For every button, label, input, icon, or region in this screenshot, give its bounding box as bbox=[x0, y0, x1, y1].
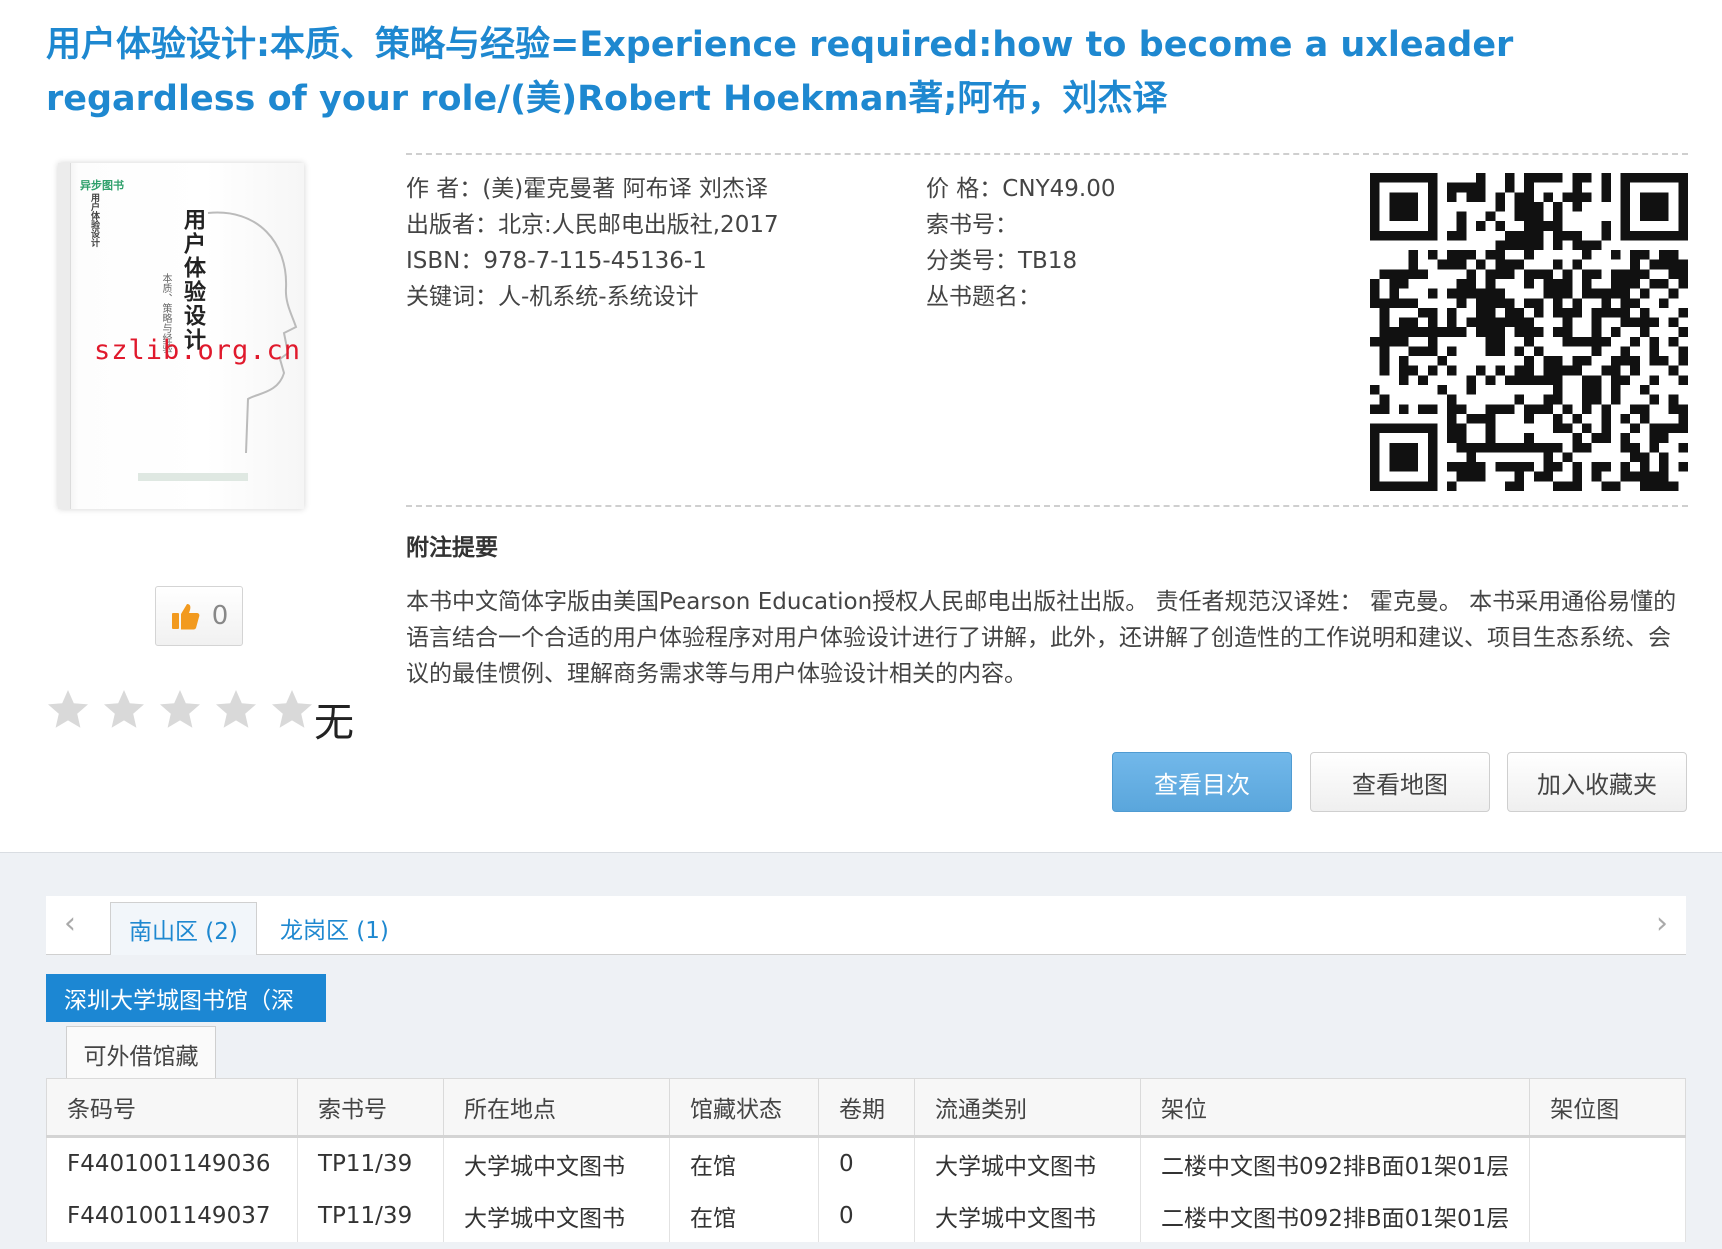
column-header: 索书号 bbox=[297, 1078, 444, 1138]
qr-code-icon bbox=[1370, 173, 1688, 491]
column-header: 所在地点 bbox=[443, 1078, 670, 1138]
cover-publisher-logo bbox=[138, 473, 248, 481]
like-button[interactable]: 0 bbox=[155, 586, 243, 646]
tab-nanshan[interactable]: 南山区 (2) bbox=[110, 902, 257, 955]
column-header: 馆藏状态 bbox=[669, 1078, 819, 1138]
column-header: 架位图 bbox=[1529, 1078, 1686, 1138]
meta-price: 价 格：CNY49.00 bbox=[926, 176, 1116, 202]
view-toc-button[interactable]: 查看目次 bbox=[1112, 752, 1292, 812]
chevron-left-icon[interactable]: ‹ bbox=[64, 906, 76, 941]
shelf-cell: 二楼中文图书092排B面01架01层 bbox=[1139, 1190, 1531, 1242]
library-button[interactable]: 深圳大学城图书馆（深 bbox=[46, 974, 326, 1022]
meta-author: 作 者：(美)霍克曼著 阿布译 刘杰译 bbox=[406, 176, 768, 202]
summary-heading: 附注提要 bbox=[406, 535, 498, 561]
volume-cell: 0 bbox=[818, 1190, 915, 1242]
watermark: szlib.org.cn bbox=[94, 335, 302, 366]
cover-spine-text: 用户体验设计 bbox=[89, 193, 99, 247]
star-icon[interactable] bbox=[156, 686, 204, 734]
cover-logo: 异步图书 bbox=[80, 179, 124, 192]
tab-lendable-holdings[interactable]: 可外借馆藏 bbox=[66, 1026, 216, 1080]
column-header: 流通类别 bbox=[914, 1078, 1141, 1138]
barcode-cell: F4401001149036 bbox=[46, 1136, 298, 1190]
rating-stars[interactable] bbox=[44, 686, 316, 734]
column-header: 架位 bbox=[1139, 1078, 1531, 1138]
shelf-map-cell[interactable] bbox=[1529, 1190, 1686, 1242]
location-cell: 大学城中文图书 bbox=[443, 1136, 670, 1190]
location-cell: 大学城中文图书 bbox=[443, 1190, 670, 1242]
meta-call-number: 索书号： bbox=[926, 212, 1018, 238]
barcode-cell: F4401001149037 bbox=[46, 1190, 298, 1242]
cover-spine bbox=[58, 163, 71, 509]
add-favorite-button[interactable]: 加入收藏夹 bbox=[1507, 752, 1687, 812]
book-title: 用户体验设计:本质、策略与经验=Experience required:how … bbox=[46, 25, 1514, 119]
meta-class-number: 分类号：TB18 bbox=[926, 248, 1078, 274]
meta-isbn: ISBN：978-7-115-45136-1 bbox=[406, 248, 707, 274]
circulation-type-cell: 大学城中文图书 bbox=[914, 1136, 1141, 1190]
shelf-map-cell[interactable] bbox=[1529, 1136, 1686, 1190]
meta-keywords: 关键词：人-机系统-系统设计 bbox=[406, 284, 699, 310]
table-row[interactable]: F4401001149036 TP11/39 大学城中文图书 在馆 0 大学城中… bbox=[46, 1136, 1686, 1190]
volume-cell: 0 bbox=[818, 1136, 915, 1190]
status-cell: 在馆 bbox=[669, 1190, 819, 1242]
star-icon[interactable] bbox=[268, 686, 316, 734]
status-cell: 在馆 bbox=[669, 1136, 819, 1190]
circulation-type-cell: 大学城中文图书 bbox=[914, 1190, 1141, 1242]
meta-publisher: 出版者：北京:人民邮电出版社,2017 bbox=[406, 212, 779, 238]
star-icon[interactable] bbox=[212, 686, 260, 734]
table-header-row: 条码号 索书号 所在地点 馆藏状态 卷期 流通类别 架位 架位图 bbox=[46, 1078, 1686, 1138]
column-header: 卷期 bbox=[818, 1078, 915, 1138]
star-icon[interactable] bbox=[44, 686, 92, 734]
summary-divider bbox=[406, 505, 1688, 507]
summary-text: 本书中文简体字版由美国Pearson Education授权人民邮电出版社出版。… bbox=[406, 589, 1677, 687]
rating-text: 无 bbox=[314, 700, 354, 746]
call-number-cell: TP11/39 bbox=[297, 1190, 444, 1242]
table-row[interactable]: F4401001149037 TP11/39 大学城中文图书 在馆 0 大学城中… bbox=[46, 1190, 1686, 1242]
view-map-button[interactable]: 查看地图 bbox=[1310, 752, 1490, 812]
thumbs-up-icon bbox=[171, 604, 200, 630]
chevron-right-icon[interactable]: › bbox=[1656, 906, 1668, 941]
call-number-cell: TP11/39 bbox=[297, 1136, 444, 1190]
shelf-cell: 二楼中文图书092排B面01架01层 bbox=[1139, 1136, 1531, 1190]
district-tabbar: ‹ 南山区 (2) 龙岗区 (1) › bbox=[46, 896, 1686, 955]
cover-title: 用户体验设计 bbox=[180, 208, 205, 352]
tab-longgang[interactable]: 龙岗区 (1) bbox=[262, 902, 407, 954]
column-header: 条码号 bbox=[46, 1078, 298, 1138]
star-icon[interactable] bbox=[100, 686, 148, 734]
like-count: 0 bbox=[211, 601, 229, 631]
top-divider bbox=[406, 153, 1688, 155]
meta-series: 丛书题名： bbox=[926, 284, 1041, 310]
holdings-table: 条码号 索书号 所在地点 馆藏状态 卷期 流通类别 架位 架位图 F440100… bbox=[46, 1078, 1686, 1242]
